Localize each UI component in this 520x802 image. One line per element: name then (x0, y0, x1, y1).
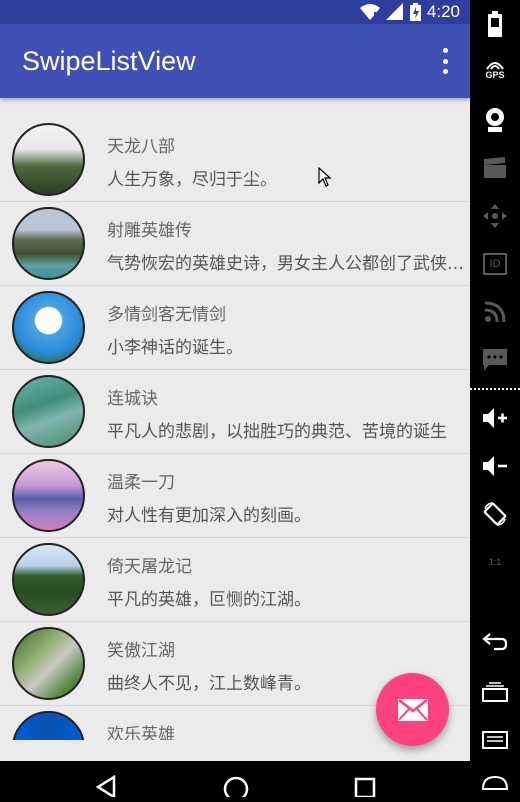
list-item[interactable]: 倚天屠龙记 平凡的英雄，叵恻的江湖。 (0, 538, 470, 622)
avatar (12, 375, 85, 448)
signal-icon (385, 3, 403, 20)
emulator-control-panel: GPS ID 1:1 (470, 0, 520, 797)
item-title: 射雕英雄传 (107, 221, 192, 241)
item-title: 连城诀 (107, 389, 158, 409)
overflow-menu-button[interactable] (440, 48, 450, 74)
status-time: 4:20 (426, 2, 460, 21)
battery-control-button[interactable] (475, 4, 515, 44)
volume-down-icon (483, 456, 507, 476)
message-icon (483, 349, 507, 371)
wifi-icon (359, 4, 380, 20)
clapperboard-icon (484, 157, 506, 178)
device-id-control-button[interactable]: ID (475, 244, 515, 284)
avatar (12, 711, 85, 740)
battery-icon (409, 3, 421, 21)
media-control-button[interactable] (475, 148, 515, 188)
navigation-bar (0, 761, 470, 797)
item-description: 小李神话的诞生。 (107, 338, 243, 358)
item-description: 对人性有更加深入的刻画。 (107, 506, 311, 526)
home-control-button[interactable] (475, 762, 515, 802)
ratio-label: 1:1 (488, 557, 502, 567)
panel-divider (470, 388, 520, 390)
gps-control-button[interactable]: GPS (475, 50, 515, 90)
item-title: 多情剑客无情剑 (107, 305, 226, 325)
dpad-icon (483, 204, 507, 228)
status-bar: 4:20 (0, 0, 470, 24)
sms-control-button[interactable] (475, 340, 515, 380)
menu-icon (482, 731, 508, 749)
home-icon[interactable] (222, 775, 250, 797)
item-description: 平凡的英雄，叵恻的江湖。 (107, 590, 311, 610)
item-title: 欢乐英雄 (107, 725, 175, 740)
network-control-button[interactable] (475, 292, 515, 332)
email-icon (397, 698, 428, 721)
avatar (12, 543, 85, 616)
rss-icon (484, 301, 506, 323)
volume-down-button[interactable] (475, 446, 515, 486)
app-title: SwipeListView (22, 46, 196, 76)
list-item[interactable]: 射雕英雄传 气势恢宏的英雄史诗，男女主人公都创了武侠小说的先河 (0, 202, 470, 286)
gps-label: GPS (485, 70, 505, 80)
item-title: 温柔一刀 (107, 473, 175, 493)
webcam-icon (486, 108, 504, 132)
list-item[interactable]: 多情剑客无情剑 小李神话的诞生。 (0, 286, 470, 370)
id-label: ID (489, 258, 501, 270)
recents-icon (482, 682, 508, 702)
scale-control-button[interactable]: 1:1 (475, 542, 515, 582)
avatar (12, 627, 85, 700)
overflow-dot-icon (442, 48, 448, 53)
overflow-dot-icon (442, 58, 448, 64)
dpad-control-button[interactable] (475, 196, 515, 236)
rotate-screen-button[interactable] (475, 494, 515, 534)
recents-control-button[interactable] (475, 672, 515, 712)
back-control-button[interactable] (475, 622, 515, 662)
mouse-cursor-icon (318, 167, 332, 187)
volume-up-icon (483, 408, 507, 428)
gps-signal-icon (486, 62, 504, 70)
item-title: 天龙八部 (107, 137, 175, 157)
avatar (12, 459, 85, 532)
camera-control-button[interactable] (475, 100, 515, 140)
phone-screen: 4:20 SwipeListView 天龙八部 人生万象，尽归于尘。 射雕英雄传… (0, 0, 470, 797)
item-description: 平凡人的悲剧，以拙胜巧的典范、苦境的诞生 (107, 422, 447, 442)
avatar (12, 207, 85, 280)
overflow-dot-icon (442, 69, 448, 74)
volume-up-button[interactable] (475, 398, 515, 438)
list-item[interactable]: 连城诀 平凡人的悲剧，以拙胜巧的典范、苦境的诞生 (0, 370, 470, 454)
list-item[interactable]: 天龙八部 人生万象，尽归于尘。 (0, 118, 470, 202)
item-description: 气势恢宏的英雄史诗，男女主人公都创了武侠小说的先河 (107, 254, 465, 274)
back-icon[interactable] (95, 775, 117, 797)
rotate-icon (483, 502, 507, 526)
app-bar: SwipeListView (0, 24, 470, 98)
avatar (12, 123, 85, 196)
id-card-icon: ID (483, 253, 507, 275)
compose-email-fab[interactable] (376, 673, 449, 746)
home-shape-icon (482, 775, 508, 790)
recent-apps-icon[interactable] (354, 777, 378, 797)
item-title: 倚天屠龙记 (107, 557, 192, 577)
swipe-list[interactable]: 天龙八部 人生万象，尽归于尘。 射雕英雄传 气势恢宏的英雄史诗，男女主人公都创了… (0, 118, 470, 740)
list-item[interactable]: 温柔一刀 对人性有更加深入的刻画。 (0, 454, 470, 538)
item-description: 人生万象，尽归于尘。 (107, 170, 277, 190)
back-arrow-icon (482, 633, 508, 651)
avatar (12, 291, 85, 364)
item-title: 笑傲江湖 (107, 641, 175, 661)
battery-icon (488, 11, 502, 37)
menu-control-button[interactable] (475, 720, 515, 760)
